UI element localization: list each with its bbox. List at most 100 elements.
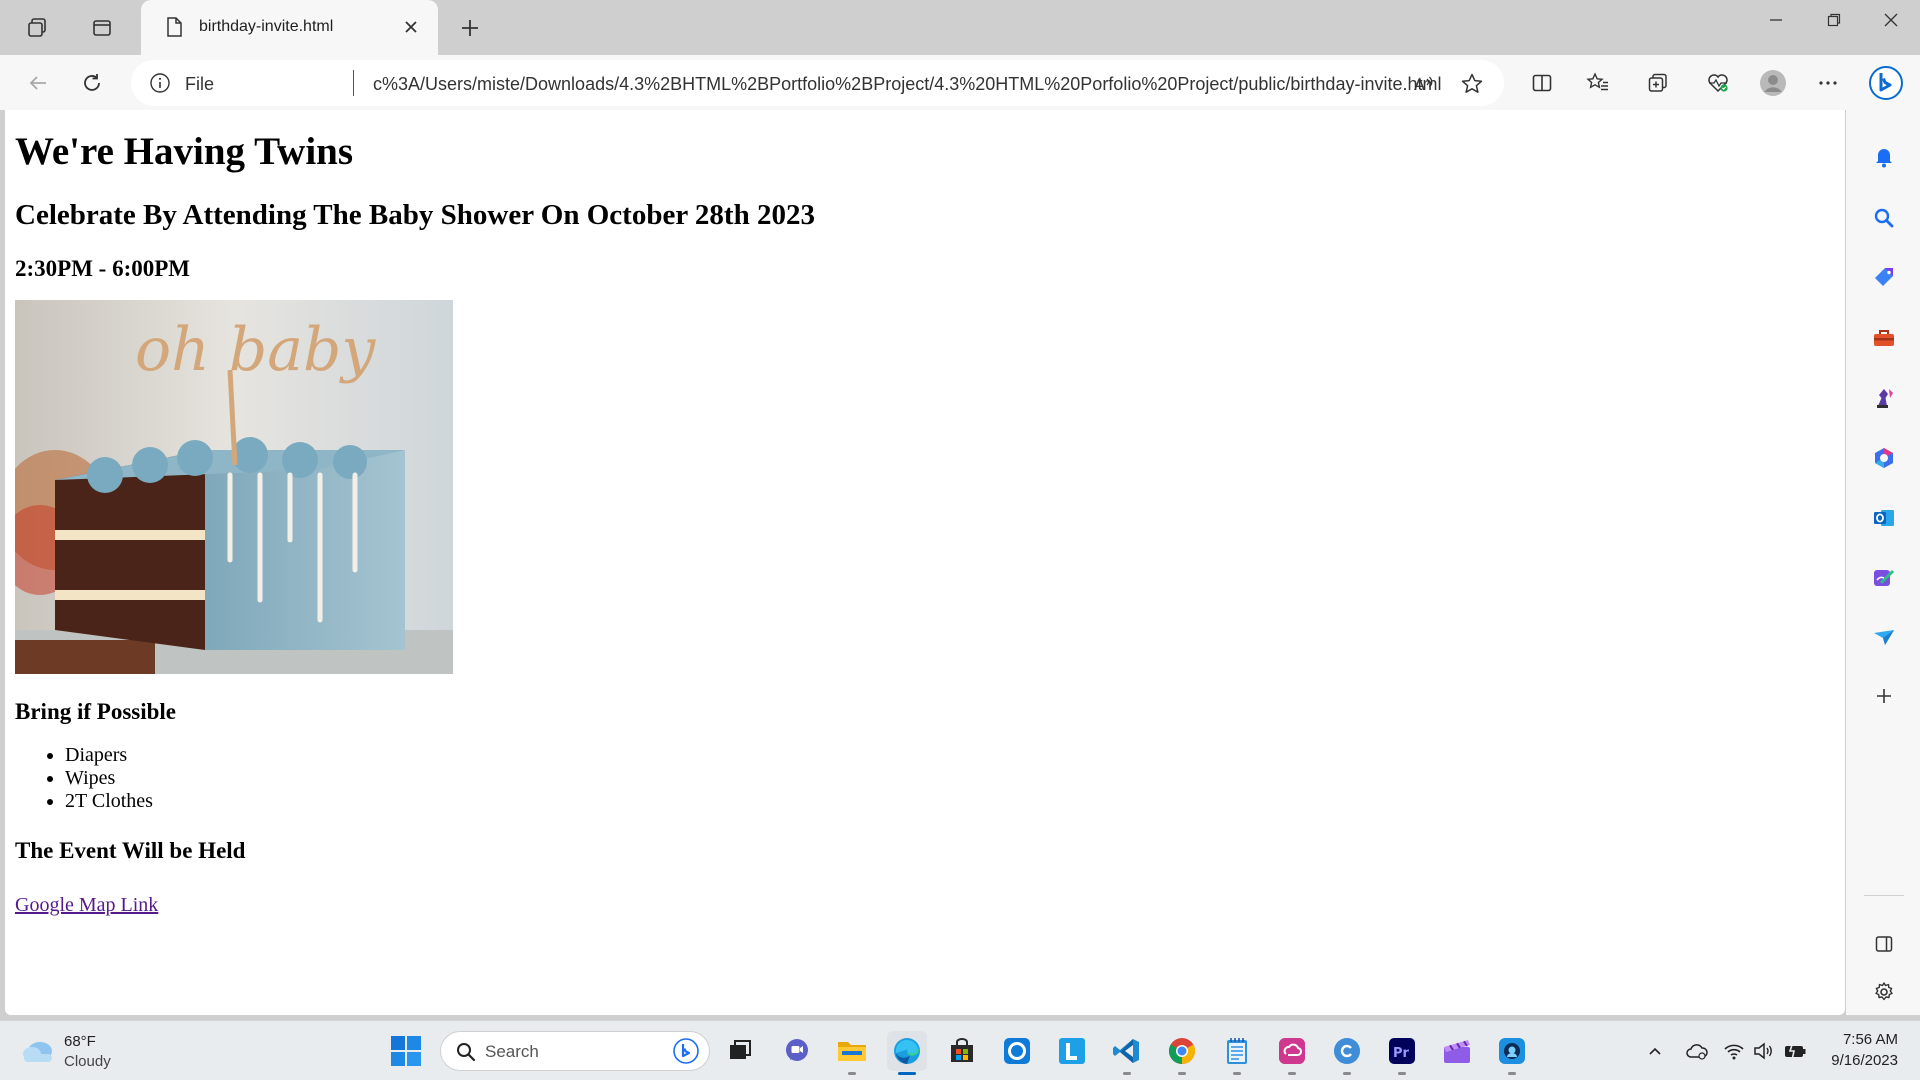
address-bar[interactable]: File c%3A/Users/miste/Downloads/4.3%2BHT…	[131, 60, 1504, 106]
volume-tray-button[interactable]	[1752, 1039, 1776, 1063]
clipchamp-button[interactable]	[1437, 1031, 1477, 1071]
restore-button[interactable]	[1805, 0, 1863, 40]
split-screen-button[interactable]	[1522, 64, 1562, 102]
weather-condition[interactable]: Cloudy	[64, 1053, 111, 1070]
plus-icon	[462, 20, 478, 36]
battery-charging-icon	[1785, 1041, 1806, 1061]
google-map-link[interactable]: Google Map Link	[15, 894, 158, 917]
microsoft-365-button[interactable]	[1866, 440, 1902, 476]
toolbox-icon	[1874, 330, 1894, 346]
designer-button[interactable]	[1866, 560, 1902, 596]
cloudy-icon[interactable]	[20, 1035, 56, 1065]
creative-cloud-button[interactable]	[1272, 1031, 1312, 1075]
store-button[interactable]	[942, 1031, 982, 1071]
l-app-button[interactable]	[1052, 1031, 1092, 1071]
tab-close-button[interactable]	[398, 14, 424, 40]
read-aloud-icon: A	[1414, 75, 1433, 94]
back-button[interactable]	[18, 64, 58, 102]
notifications-button[interactable]	[1866, 140, 1902, 176]
svg-text:Pr: Pr	[1393, 1046, 1410, 1061]
premiere-icon: Pr	[1389, 1038, 1415, 1064]
collections-icon	[1648, 73, 1667, 92]
sidebar-settings-button[interactable]	[1866, 974, 1902, 1010]
weather-temperature[interactable]: 68°F	[64, 1033, 96, 1050]
new-tab-button[interactable]	[450, 10, 490, 46]
outlook-button[interactable]	[1866, 500, 1902, 536]
minimize-button[interactable]	[1747, 0, 1805, 40]
windows-start-icon[interactable]	[388, 1033, 424, 1069]
address-url[interactable]: c%3A/Users/miste/Downloads/4.3%2BHTML%2B…	[373, 74, 1441, 95]
tab-birthday-invite[interactable]: birthday-invite.html	[141, 0, 438, 55]
microsoft-store-icon	[951, 1038, 973, 1062]
heart-pulse-icon	[1708, 74, 1728, 93]
tab-title: birthday-invite.html	[199, 18, 334, 35]
chrome-button[interactable]	[1162, 1031, 1202, 1075]
send-icon	[1874, 630, 1894, 645]
baby-cake-image: oh baby	[15, 300, 453, 675]
edge-icon	[894, 1038, 920, 1064]
canva-button[interactable]	[1327, 1031, 1367, 1075]
notepad-icon	[1227, 1038, 1247, 1064]
shopping-button[interactable]	[1866, 260, 1902, 296]
tag-icon	[1875, 268, 1893, 286]
task-view-button[interactable]	[720, 1031, 760, 1071]
wifi-icon	[1724, 1044, 1744, 1060]
split-screen-icon	[1532, 74, 1552, 92]
sidebar-search-button[interactable]	[1866, 200, 1902, 236]
workspaces-icon	[28, 18, 46, 37]
edge-taskbar-button[interactable]	[887, 1031, 927, 1075]
drop-button[interactable]	[1866, 620, 1902, 656]
list-item: 2T Clothes	[65, 790, 1835, 813]
app-running-indicator	[1288, 1072, 1296, 1075]
collections-button[interactable]	[1638, 64, 1678, 102]
speaker-icon	[1754, 1042, 1772, 1060]
round-app-icon	[1499, 1038, 1525, 1064]
refresh-icon	[84, 74, 100, 91]
taskbar-search-box[interactable]: Search	[440, 1031, 710, 1071]
show-hidden-icons-button[interactable]	[1643, 1039, 1667, 1063]
premiere-button[interactable]: Pr	[1382, 1031, 1422, 1075]
battery-tray-button[interactable]	[1783, 1039, 1807, 1063]
tab-actions-button[interactable]	[75, 10, 129, 46]
info-icon[interactable]	[149, 72, 171, 94]
favorites-button[interactable]	[1578, 64, 1618, 102]
customize-sidebar-button[interactable]	[1866, 678, 1902, 714]
teams-chat-button[interactable]	[777, 1031, 817, 1071]
chess-piece-icon	[1877, 389, 1893, 408]
workspaces-button[interactable]	[10, 10, 64, 46]
page-subheading: Celebrate By Attending The Baby Shower O…	[15, 198, 815, 231]
read-aloud-button[interactable]: A	[1409, 69, 1439, 99]
file-explorer-button[interactable]	[832, 1031, 872, 1075]
cortana-app-button[interactable]	[997, 1031, 1037, 1071]
windows-taskbar: 68°F Cloudy Search Pr 7:56 AM 9/16/2023	[0, 1020, 1920, 1080]
sidebar-divider	[1864, 895, 1904, 896]
refresh-button[interactable]	[72, 64, 112, 102]
taskbar-clock-date[interactable]: 9/16/2023	[1831, 1052, 1898, 1069]
cloud-sync-icon	[1686, 1044, 1708, 1060]
close-icon	[1884, 13, 1898, 27]
copilot-button[interactable]	[1866, 64, 1906, 102]
browser-essentials-button[interactable]	[1698, 64, 1738, 102]
cake-topper-text: oh baby	[135, 315, 376, 385]
settings-more-button[interactable]	[1808, 64, 1848, 102]
onedrive-tray-button[interactable]	[1685, 1039, 1709, 1063]
app-running-indicator	[1508, 1072, 1516, 1075]
favorite-button[interactable]	[1457, 69, 1487, 99]
event-heading: The Event Will be Held	[15, 837, 246, 863]
svg-text:A: A	[1414, 75, 1425, 94]
app-button[interactable]	[1492, 1031, 1532, 1075]
notepad-button[interactable]	[1217, 1031, 1257, 1075]
close-window-button[interactable]	[1862, 0, 1920, 40]
tools-button[interactable]	[1866, 320, 1902, 356]
taskbar-clock-time[interactable]: 7:56 AM	[1843, 1031, 1898, 1048]
hide-sidebar-button[interactable]	[1866, 926, 1902, 962]
vscode-button[interactable]	[1107, 1031, 1147, 1075]
edge-sidebar	[1846, 110, 1920, 1015]
tab-strip: birthday-invite.html	[0, 0, 1920, 55]
games-button[interactable]	[1866, 380, 1902, 416]
wifi-tray-button[interactable]	[1722, 1039, 1746, 1063]
page-heading: We're Having Twins	[15, 130, 354, 173]
sidebar-panel-icon	[1875, 936, 1893, 952]
app-running-indicator	[1178, 1072, 1186, 1075]
profile-button[interactable]	[1753, 64, 1793, 102]
